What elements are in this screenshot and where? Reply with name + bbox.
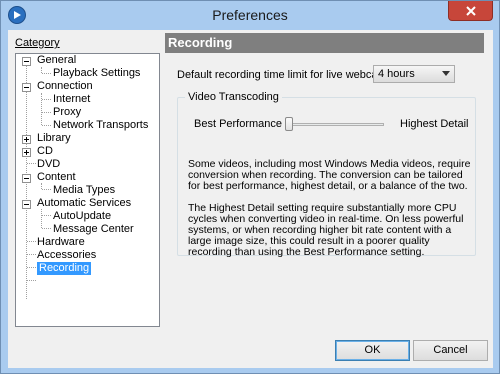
tree-item-content[interactable]: Content bbox=[37, 171, 76, 184]
collapse-content-icon[interactable] bbox=[22, 174, 31, 183]
time-limit-label: Default recording time limit for live we… bbox=[177, 69, 395, 81]
video-transcoding-label: Video Transcoding bbox=[185, 91, 282, 103]
transcoding-description: Some videos, including most Windows Medi… bbox=[188, 158, 471, 192]
category-label: Category bbox=[15, 37, 60, 49]
ok-button[interactable]: OK bbox=[335, 340, 410, 361]
time-limit-select[interactable]: 4 hours bbox=[373, 65, 455, 83]
category-tree[interactable]: General Playback Settings Connection Int… bbox=[15, 53, 160, 327]
tree-item-internet[interactable]: Internet bbox=[53, 93, 90, 106]
tree-item-automatic-services[interactable]: Automatic Services bbox=[37, 197, 131, 210]
tree-item-message-center[interactable]: Message Center bbox=[53, 223, 134, 236]
chevron-down-icon bbox=[442, 71, 450, 76]
transcoding-slider-track[interactable] bbox=[286, 123, 384, 126]
cancel-button[interactable]: Cancel bbox=[413, 340, 488, 361]
tree-item-media-types[interactable]: Media Types bbox=[53, 184, 115, 197]
slider-left-label: Best Performance bbox=[194, 118, 283, 130]
tree-item-accessories[interactable]: Accessories bbox=[37, 249, 96, 262]
tree-item-hardware[interactable]: Hardware bbox=[37, 236, 85, 249]
tree-item-general[interactable]: General bbox=[37, 54, 76, 67]
tree-item-cd[interactable]: CD bbox=[37, 145, 53, 158]
transcoding-slider-thumb[interactable] bbox=[285, 117, 293, 131]
title-bar[interactable]: Preferences bbox=[1, 1, 499, 30]
expand-cd-icon[interactable] bbox=[22, 148, 31, 157]
tree-item-connection[interactable]: Connection bbox=[37, 80, 93, 93]
expand-library-icon[interactable] bbox=[22, 135, 31, 144]
collapse-general-icon[interactable] bbox=[22, 57, 31, 66]
tree-item-dvd[interactable]: DVD bbox=[37, 158, 60, 171]
preferences-window: Preferences Category General Playback Se… bbox=[0, 0, 500, 374]
collapse-connection-icon[interactable] bbox=[22, 83, 31, 92]
dialog-body: Category General Playback Settings Conne… bbox=[8, 30, 493, 368]
close-button[interactable] bbox=[448, 1, 493, 21]
tree-item-autoupdate[interactable]: AutoUpdate bbox=[53, 210, 111, 223]
tree-item-library[interactable]: Library bbox=[37, 132, 71, 145]
tree-item-recording[interactable]: Recording bbox=[37, 262, 92, 275]
window-title: Preferences bbox=[212, 7, 288, 23]
slider-right-label: Highest Detail bbox=[400, 118, 469, 130]
collapse-automatic-services-icon[interactable] bbox=[22, 200, 31, 209]
close-icon bbox=[466, 6, 476, 16]
tree-item-network-transports[interactable]: Network Transports bbox=[53, 119, 148, 132]
highest-detail-description: The Highest Detail setting require subst… bbox=[188, 202, 464, 258]
tree-item-proxy[interactable]: Proxy bbox=[53, 106, 81, 119]
panel-title: Recording bbox=[165, 33, 484, 53]
time-limit-value: 4 hours bbox=[378, 68, 415, 80]
tree-item-playback-settings[interactable]: Playback Settings bbox=[53, 67, 140, 80]
